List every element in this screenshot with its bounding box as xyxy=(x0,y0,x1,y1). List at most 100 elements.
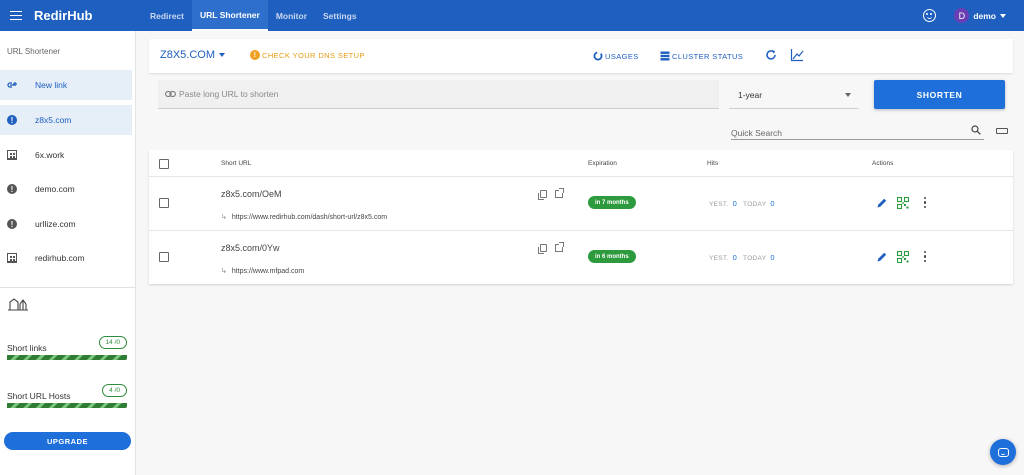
tab-settings[interactable]: Settings xyxy=(315,0,365,31)
quota-badge: 14 /0 xyxy=(98,336,127,349)
dns-setup-link[interactable]: ! CHECK YOUR DNS SETUP xyxy=(250,50,365,60)
row-checkbox[interactable] xyxy=(159,198,169,208)
sidebar-item-6x-work[interactable]: 6x.work xyxy=(0,140,132,170)
expiry-select[interactable]: 1-year xyxy=(729,80,859,109)
open-external-icon[interactable] xyxy=(555,242,564,252)
hits-today-label: TODAY xyxy=(743,201,767,208)
qr-code-icon[interactable] xyxy=(897,251,909,263)
server-stack-icon xyxy=(660,51,670,61)
destination-url[interactable]: ↳ https://www.redirhub.com/dash/short-url… xyxy=(221,213,387,221)
chevron-down-icon xyxy=(845,93,851,97)
hits-yest-value[interactable]: 0 xyxy=(733,253,737,262)
usages-icon xyxy=(593,51,603,61)
more-vertical-icon[interactable] xyxy=(923,251,927,263)
quota-label: Short links xyxy=(7,343,47,353)
hits-yest-value[interactable]: 0 xyxy=(733,199,737,208)
tab-monitor[interactable]: Monitor xyxy=(268,0,315,31)
sidebar-item-urllize-com[interactable]: ! urllize.com xyxy=(0,209,132,239)
table-row: z8x5.com/OeM ↳ https://www.redirhub.com/d… xyxy=(149,177,1013,230)
open-external-icon[interactable] xyxy=(555,188,564,198)
alert-icon: ! xyxy=(7,219,17,229)
row-checkbox[interactable] xyxy=(159,252,169,262)
analytics-chart-icon[interactable] xyxy=(790,48,804,62)
expiration-badge: in 6 months xyxy=(588,250,636,263)
copy-icon[interactable] xyxy=(538,190,547,200)
link-icon xyxy=(165,91,176,97)
domain-toolbar: Z8X5.COM ! CHECK YOUR DNS SETUP USAGES C… xyxy=(149,39,1013,73)
tab-url-shortener[interactable]: URL Shortener xyxy=(192,0,268,31)
building-icon xyxy=(7,150,17,160)
alert-icon: ! xyxy=(7,115,17,125)
sidebar-item-label: 6x.work xyxy=(35,150,65,160)
hits-today-label: TODAY xyxy=(743,255,767,262)
quota-short-url-hosts: Short URL Hosts 4 /0 xyxy=(7,384,129,408)
username-label: demo xyxy=(973,10,996,21)
redirect-arrow-icon: ↳ xyxy=(221,268,227,275)
column-header-hits: Hits xyxy=(707,160,719,167)
chevron-down-icon xyxy=(219,53,226,58)
sidebar-divider xyxy=(0,287,135,288)
table-row: z8x5.com/0Yw ↳ https://www.mfpad.com in 6… xyxy=(149,231,1013,284)
top-app-bar: RedirHub Redirect URL Shortener Monitor … xyxy=(0,0,1024,31)
building-icon xyxy=(7,253,17,263)
quota-short-links: Short links 14 /0 xyxy=(7,336,129,360)
tab-redirect[interactable]: Redirect xyxy=(142,0,192,31)
sidebar: URL Shortener New link ! z8x5.com 6x.wor… xyxy=(0,31,136,475)
quota-progress-bar xyxy=(7,403,127,408)
main-nav-tabs: Redirect URL Shortener Monitor Settings xyxy=(142,0,365,31)
menu-icon[interactable] xyxy=(2,0,30,31)
user-menu[interactable]: demo xyxy=(973,11,1006,21)
chat-icon xyxy=(997,447,1009,457)
new-link-icon xyxy=(7,82,17,88)
destination-url-text: https://www.mfpad.com xyxy=(231,268,305,275)
organization-icon[interactable] xyxy=(7,297,29,311)
quick-search xyxy=(731,123,984,140)
hits-yest-label: YEST. xyxy=(709,201,729,208)
column-header-expiration: Expiration xyxy=(588,160,617,167)
column-header-short-url: Short URL xyxy=(221,160,252,167)
long-url-field xyxy=(158,80,719,109)
avatar[interactable]: D xyxy=(954,8,970,23)
feedback-smiley-icon[interactable] xyxy=(923,9,937,22)
shorten-button[interactable]: SHORTEN xyxy=(874,80,1005,109)
usages-button[interactable]: USAGES xyxy=(593,51,639,61)
short-url-link[interactable]: z8x5.com/0Yw xyxy=(221,243,280,253)
hits-today-value[interactable]: 0 xyxy=(770,199,774,208)
sidebar-item-label: New link xyxy=(35,80,68,90)
sidebar-item-label: z8x5.com xyxy=(35,115,72,125)
long-url-input[interactable] xyxy=(179,89,699,99)
edit-pencil-icon[interactable] xyxy=(876,251,888,263)
alert-icon: ! xyxy=(7,184,17,194)
keyboard-icon[interactable] xyxy=(996,128,1008,134)
select-all-checkbox[interactable] xyxy=(159,159,169,169)
app-brand[interactable]: RedirHub xyxy=(34,8,142,23)
sidebar-item-redirhub-com[interactable]: redirhub.com xyxy=(0,243,132,273)
sidebar-item-demo-com[interactable]: ! demo.com xyxy=(0,174,132,204)
short-url-link[interactable]: z8x5.com/OeM xyxy=(221,189,282,199)
redirect-arrow-icon: ↳ xyxy=(221,214,227,221)
hits-counter: YEST. 0 TODAY 0 xyxy=(709,199,781,208)
cluster-status-button[interactable]: CLUSTER STATUS xyxy=(660,51,743,61)
sidebar-heading: URL Shortener xyxy=(7,47,61,56)
chevron-down-icon xyxy=(1000,14,1006,19)
destination-url[interactable]: ↳ https://www.mfpad.com xyxy=(221,267,304,275)
quota-progress-bar xyxy=(7,355,127,360)
sidebar-item-z8x5[interactable]: ! z8x5.com xyxy=(0,105,132,135)
hits-yest-label: YEST. xyxy=(709,255,729,262)
refresh-icon[interactable] xyxy=(765,49,777,61)
hits-today-value[interactable]: 0 xyxy=(770,253,774,262)
sidebar-item-label: demo.com xyxy=(35,184,75,194)
sidebar-item-new-link[interactable]: New link xyxy=(0,70,132,100)
edit-pencil-icon[interactable] xyxy=(876,197,888,209)
more-vertical-icon[interactable] xyxy=(923,197,927,209)
domain-selector[interactable]: Z8X5.COM xyxy=(160,49,226,61)
copy-icon[interactable] xyxy=(538,244,547,254)
qr-code-icon[interactable] xyxy=(897,197,909,209)
usages-label: USAGES xyxy=(605,51,639,61)
chat-launcher-button[interactable] xyxy=(990,439,1016,465)
warning-icon: ! xyxy=(250,50,260,60)
search-icon[interactable] xyxy=(971,125,981,135)
domain-selector-label: Z8X5.COM xyxy=(160,49,216,61)
quick-search-input[interactable] xyxy=(731,128,961,138)
upgrade-button[interactable]: UPGRADE xyxy=(4,432,131,450)
